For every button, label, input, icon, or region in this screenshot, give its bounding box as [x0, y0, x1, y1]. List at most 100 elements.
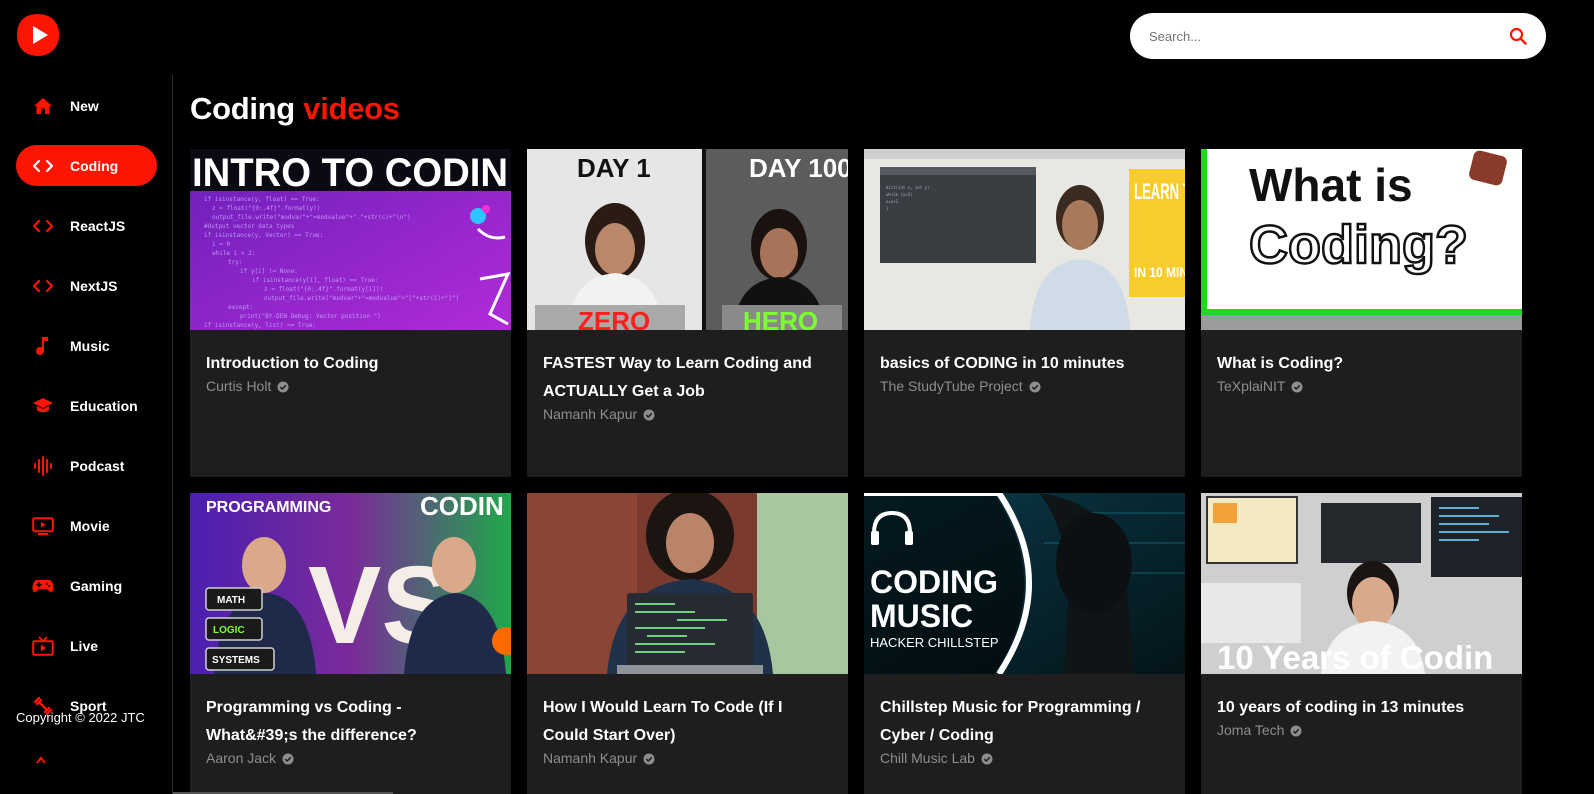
video-title[interactable]: basics of CODING in 10 minutes [864, 330, 1185, 378]
sidebar-item-education[interactable]: Education [16, 385, 157, 426]
sidebar-item-label: NextJS [70, 277, 118, 294]
video-thumbnail[interactable]: CODING MUSIC HACKER CHILLSTEP [864, 493, 1185, 674]
svg-text:if isinstance(y, list) == True: if isinstance(y, list) == True: [204, 322, 316, 329]
gamepad-icon [32, 575, 54, 597]
svg-text:if isinstance(y[i], float) ==: if isinstance(y[i], float) == True: [252, 277, 378, 284]
sidebar-item-music[interactable]: Music [16, 325, 157, 366]
video-title[interactable]: Programming vs Coding - What&#39;s the d… [190, 674, 511, 750]
tv-play-icon [32, 515, 54, 537]
verified-check-icon [277, 380, 289, 393]
thumb-text: What is [1249, 159, 1413, 211]
thumb-tag-systems: SYSTEMS [212, 655, 260, 666]
svg-text:if y[i] != None:: if y[i] != None: [240, 268, 298, 275]
sidebar-item-reactjs[interactable]: ReactJS [16, 205, 157, 246]
thumb-text: CODING [870, 564, 998, 600]
code-icon [32, 275, 54, 297]
verified-check-icon [282, 752, 294, 765]
video-thumbnail[interactable]: DAY 1 DAY 100 ZERO HERO [527, 149, 848, 330]
video-title[interactable]: How I Would Learn To Code (If I Could St… [527, 674, 848, 750]
channel-name[interactable]: Aaron Jack [190, 750, 511, 766]
sidebar-item-podcast[interactable]: Podcast [16, 445, 157, 486]
channel-label: The StudyTube Project [880, 378, 1023, 394]
code-icon [32, 215, 54, 237]
video-thumbnail[interactable]: 10 Years of Codin [1201, 493, 1522, 674]
video-thumbnail[interactable]: if isinstance(y, float) == True: z = flo… [190, 149, 511, 330]
svg-text:while (y<3): while (y<3) [886, 192, 913, 197]
svg-text:z = float("{0:.4f}".format(y[i: z = float("{0:.4f}".format(y[i])) [264, 286, 383, 293]
channel-name[interactable]: Namanh Kapur [527, 406, 848, 422]
channel-label: Aaron Jack [206, 750, 277, 766]
thumb-text: 10 Years of Codin [1217, 639, 1493, 674]
video-title[interactable]: Introduction to Coding [190, 330, 511, 378]
sidebar-item-movie[interactable]: Movie [16, 505, 157, 546]
video-title[interactable]: FASTEST Way to Learn Coding and ACTUALLY… [527, 330, 848, 406]
channel-label: TeXplaiNIT [1217, 378, 1286, 394]
thumb-text-right: DAY 100 [749, 153, 848, 183]
sidebar-item-live[interactable]: Live [16, 625, 157, 666]
video-card[interactable]: CODING MUSIC HACKER CHILLSTEP Chillstep … [864, 493, 1185, 794]
graduation-cap-icon [32, 395, 54, 417]
video-card[interactable]: DAY 1 DAY 100 ZERO HERO FASTEST Way to L… [527, 149, 848, 477]
sidebar-item-new[interactable]: New [16, 85, 157, 126]
thumb-text: LEARN TO CO [1134, 179, 1185, 204]
sidebar-item-coding[interactable]: Coding [16, 145, 157, 186]
thumb-hero: HERO [743, 306, 818, 330]
sidebar-item-label: ReactJS [70, 217, 126, 234]
copyright-text: Copyright © 2022 JTC [16, 710, 145, 725]
video-title[interactable]: What is Coding? [1201, 330, 1522, 378]
thumb-text-2: MUSIC [870, 598, 973, 634]
channel-name[interactable]: Curtis Holt [190, 378, 511, 394]
partial-icon [36, 751, 46, 764]
svg-text:except:: except: [228, 304, 253, 311]
page-title: Coding videos [190, 91, 400, 127]
svg-text:#Output vector data types: #Output vector data types [204, 223, 295, 230]
verified-check-icon [1029, 380, 1041, 393]
video-card[interactable]: 10 Years of Codin 10 years of coding in … [1201, 493, 1522, 794]
video-title[interactable]: Chillstep Music for Programming / Cyber … [864, 674, 1185, 750]
search-input[interactable] [1149, 28, 1508, 44]
sidebar-item-label: Education [70, 397, 138, 414]
svg-text:if isinstance(y, Vector) == Tr: if isinstance(y, Vector) == True: [204, 232, 323, 239]
video-card[interactable]: if isinstance(y, float) == True: z = flo… [190, 149, 511, 477]
channel-name[interactable]: TeXplaiNIT [1201, 378, 1522, 394]
sidebar-item-label: New [70, 97, 99, 114]
thumb-text-left: DAY 1 [577, 153, 651, 183]
svg-text:output_file.write("modvar"+"=m: output_file.write("modvar"+"=modvalue"+"… [264, 295, 459, 302]
sidebar-item-gaming[interactable]: Gaming [16, 565, 157, 606]
heading-accent: videos [303, 91, 400, 126]
channel-name[interactable]: Chill Music Lab [864, 750, 1185, 766]
sidebar-item-nextjs[interactable]: NextJS [16, 265, 157, 306]
sidebar-item-label: Gaming [70, 577, 123, 594]
channel-label: Chill Music Lab [880, 750, 975, 766]
video-thumbnail[interactable] [527, 493, 848, 674]
svg-text:output_file.write("modvar"+"=m: output_file.write("modvar"+"=modvalue"+"… [212, 214, 411, 221]
search-bar [1130, 13, 1546, 59]
svg-text:print("BY-DEN Debug: Vector po: print("BY-DEN Debug: Vector position ") [240, 313, 381, 320]
thumb-text-3: HACKER CHILLSTEP [870, 635, 999, 650]
video-card[interactable]: How I Would Learn To Code (If I Could St… [527, 493, 848, 794]
video-thumbnail[interactable]: dict(int x, int y) while (y<3) x=x+1} LEAR… [864, 149, 1185, 330]
play-logo-icon [17, 14, 59, 56]
search-icon[interactable] [1508, 26, 1528, 46]
channel-name[interactable]: Namanh Kapur [527, 750, 848, 766]
thumb-text: PROGRAMMING [206, 499, 331, 516]
home-icon [32, 95, 54, 117]
video-thumbnail[interactable]: What is Coding? [1201, 149, 1522, 330]
channel-label: Joma Tech [1217, 722, 1285, 738]
thumb-zero: ZERO [578, 306, 650, 330]
channel-name[interactable]: Joma Tech [1201, 722, 1522, 738]
svg-text:if isinstance(y, float) == Tru: if isinstance(y, float) == True: [204, 196, 320, 203]
verified-check-icon [1290, 724, 1302, 737]
video-card[interactable]: PROGRAMMING CODIN VS MATH LOGIC SYSTEMS … [190, 493, 511, 794]
app-logo[interactable] [16, 13, 60, 57]
channel-name[interactable]: The StudyTube Project [864, 378, 1185, 394]
sidebar-item-label: Podcast [70, 457, 125, 474]
sidebar-item-label: Music [70, 337, 110, 354]
video-card[interactable]: What is Coding? What is Coding? TeXplaiN… [1201, 149, 1522, 477]
svg-text:try:: try: [228, 259, 242, 266]
music-note-icon [32, 335, 54, 357]
video-card[interactable]: dict(int x, int y) while (y<3) x=x+1} LEAR… [864, 149, 1185, 477]
video-title[interactable]: 10 years of coding in 13 minutes [1201, 674, 1522, 722]
thumb-text-2: Coding? [1249, 215, 1468, 275]
video-thumbnail[interactable]: PROGRAMMING CODIN VS MATH LOGIC SYSTEMS [190, 493, 511, 674]
